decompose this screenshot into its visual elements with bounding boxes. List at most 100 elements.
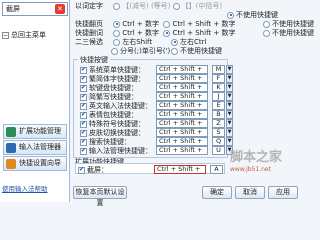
group-title: 快捷按键 — [78, 55, 110, 65]
radio-semicolon[interactable] — [111, 47, 118, 55]
row3-none[interactable]: 不使用快捷键 — [263, 28, 314, 38]
hotkey-checkbox[interactable] — [80, 102, 87, 110]
radio-ctrl-num[interactable] — [113, 20, 121, 28]
hotkey-key[interactable]: U — [212, 146, 225, 155]
hotkey-combo: Ctrl + Shift + — [156, 65, 208, 74]
opt-label: 【 — [181, 2, 189, 10]
radio-none[interactable] — [171, 47, 178, 55]
opt-label: Ctrl + 数字 — [122, 20, 160, 28]
nav-label: 输入法管理器 — [19, 143, 61, 151]
opt-label: 不使用快捷键 — [272, 29, 314, 37]
hotkey-row: 输入法管理快捷键： Ctrl + Shift + U ▼ — [80, 146, 233, 156]
hotkey-key[interactable]: K — [212, 83, 225, 92]
hotkey-key[interactable]: M — [212, 65, 225, 74]
opt-hint: (减号) — [129, 2, 149, 10]
ime-manager-icon — [6, 143, 16, 153]
chevron-down-icon[interactable]: ▼ — [226, 110, 233, 119]
chevron-down-icon[interactable]: ▼ — [226, 65, 233, 74]
extension-icon — [6, 127, 16, 137]
radio-ctrl-shift-num[interactable] — [163, 29, 171, 37]
hotkey-key[interactable]: S — [212, 128, 225, 137]
hotkey-combo: Ctrl + Shift + — [154, 165, 206, 174]
hotkeys-group: 快捷按键 系统菜单快捷键： Ctrl + Shift + M ▼ 繁简体字快捷键… — [73, 55, 233, 158]
opt-label: 左右Ctrl — [180, 38, 207, 46]
hotkey-combo: Ctrl + Shift + — [156, 74, 208, 83]
radio-none[interactable] — [227, 11, 234, 19]
chevron-down-icon[interactable]: ▼ — [226, 128, 233, 137]
hotkey-key[interactable]: J — [212, 92, 225, 101]
help-link[interactable]: 使用输入法帮助 — [2, 183, 48, 193]
hotkey-combo: Ctrl + Shift + — [156, 92, 208, 101]
cancel-button[interactable]: 取消 — [235, 186, 265, 199]
opt-label: Ctrl + 数字 — [122, 29, 160, 37]
radio-shift[interactable] — [113, 38, 121, 46]
hotkey-checkbox[interactable] — [80, 147, 87, 155]
restore-defaults-button[interactable]: 恢复本页默认设置 — [73, 186, 127, 207]
sidebar: 截屏 ✕ − 总回主菜单 扩展功能管理 输入法管理器 快捷设置向导 使用输入法帮助 — [0, 0, 70, 202]
extension-hotkey-row: 截屏： Ctrl + Shift + A — [75, 163, 225, 174]
opt-label: Ctrl + Shift + 数字 — [172, 20, 236, 28]
hotkey-combo: Ctrl + Shift + — [156, 101, 208, 110]
row5-semicolon[interactable]: 分号(;)单引号(') — [111, 46, 170, 56]
hotkey-key[interactable]: Z — [212, 119, 225, 128]
radio-bracket[interactable] — [113, 2, 121, 10]
hotkey-combo: Ctrl + Shift + — [156, 137, 208, 146]
radio-ctrl[interactable] — [171, 38, 178, 46]
collapse-icon[interactable]: − — [2, 32, 9, 39]
hotkey-key[interactable]: A — [210, 165, 223, 174]
hotkey-key[interactable]: B — [212, 110, 225, 119]
radio-bracket-2[interactable] — [172, 2, 180, 10]
apply-button[interactable]: 应用 — [268, 186, 298, 199]
watermark: 脚本之家 www.jb51.net — [230, 146, 300, 186]
hotkey-key[interactable]: E — [212, 101, 225, 110]
opt-hint: (等号) — [150, 2, 171, 10]
hotkey-combo: Ctrl + Shift + — [156, 146, 208, 155]
clear-search-icon[interactable]: ✕ — [55, 4, 65, 14]
hotkey-checkbox[interactable] — [80, 129, 87, 137]
ok-button[interactable]: 确定 — [202, 186, 232, 199]
hotkey-checkbox[interactable] — [80, 84, 87, 92]
chevron-down-icon[interactable]: ▼ — [226, 83, 233, 92]
hotkey-name: 截屏： — [87, 166, 108, 174]
hotkey-key[interactable]: Q — [212, 137, 225, 146]
hotkey-combo: Ctrl + Shift + — [156, 83, 208, 92]
chevron-down-icon[interactable]: ▼ — [226, 101, 233, 110]
hotkey-combo: Ctrl + Shift + — [156, 128, 208, 137]
opt-label: 分号(;)单引号(') — [120, 47, 171, 55]
chevron-down-icon[interactable]: ▼ — [226, 119, 233, 128]
radio-ctrl-num[interactable] — [113, 29, 121, 37]
row-word-select: 以词定字 【(减号) (等号) 【】(中括号) — [75, 1, 222, 11]
hotkey-combo: Ctrl + Shift + — [156, 110, 208, 119]
hotkey-checkbox[interactable] — [80, 93, 87, 101]
wizard-icon — [6, 159, 16, 169]
row5-none[interactable]: 不使用快捷键 — [171, 46, 222, 56]
hotkey-key[interactable]: F — [212, 74, 225, 83]
watermark-url: www.jb51.net — [230, 166, 271, 173]
chevron-down-icon[interactable]: ▼ — [226, 137, 233, 146]
opt-label: 不使用快捷键 — [236, 11, 278, 19]
watermark-text: 脚本之家 — [230, 150, 283, 165]
hotkey-checkbox[interactable] — [80, 138, 87, 146]
opt-hint: 】(中括号) — [188, 2, 223, 10]
row-label: 以词定字 — [75, 2, 103, 10]
hotkey-row: 截屏： Ctrl + Shift + A — [78, 165, 223, 175]
hotkey-checkbox[interactable] — [80, 120, 87, 128]
chevron-down-icon[interactable]: ▼ — [226, 74, 233, 83]
nav-extension-manager[interactable]: 扩展功能管理 — [3, 124, 67, 139]
radio-none[interactable] — [263, 20, 270, 28]
radio-ctrl-shift-num[interactable] — [163, 20, 171, 28]
hotkey-checkbox[interactable] — [80, 66, 87, 74]
hotkey-checkbox[interactable] — [78, 166, 85, 174]
search-input[interactable]: 截屏 ✕ — [2, 2, 68, 16]
nav-setup-wizard[interactable]: 快捷设置向导 — [3, 156, 67, 171]
search-value: 截屏 — [6, 5, 20, 13]
hotkey-checkbox[interactable] — [80, 111, 87, 119]
chevron-down-icon[interactable]: ▼ — [226, 92, 233, 101]
hotkey-checkbox[interactable] — [80, 75, 87, 83]
tree-item-main-menu[interactable]: − 总回主菜单 — [2, 30, 46, 40]
opt-label: 不使用快捷键 — [180, 47, 222, 55]
radio-none[interactable] — [263, 29, 270, 37]
nav-label: 扩展功能管理 — [19, 127, 61, 135]
nav-ime-manager[interactable]: 输入法管理器 — [3, 140, 67, 155]
opt-label: 不使用快捷键 — [272, 20, 314, 28]
